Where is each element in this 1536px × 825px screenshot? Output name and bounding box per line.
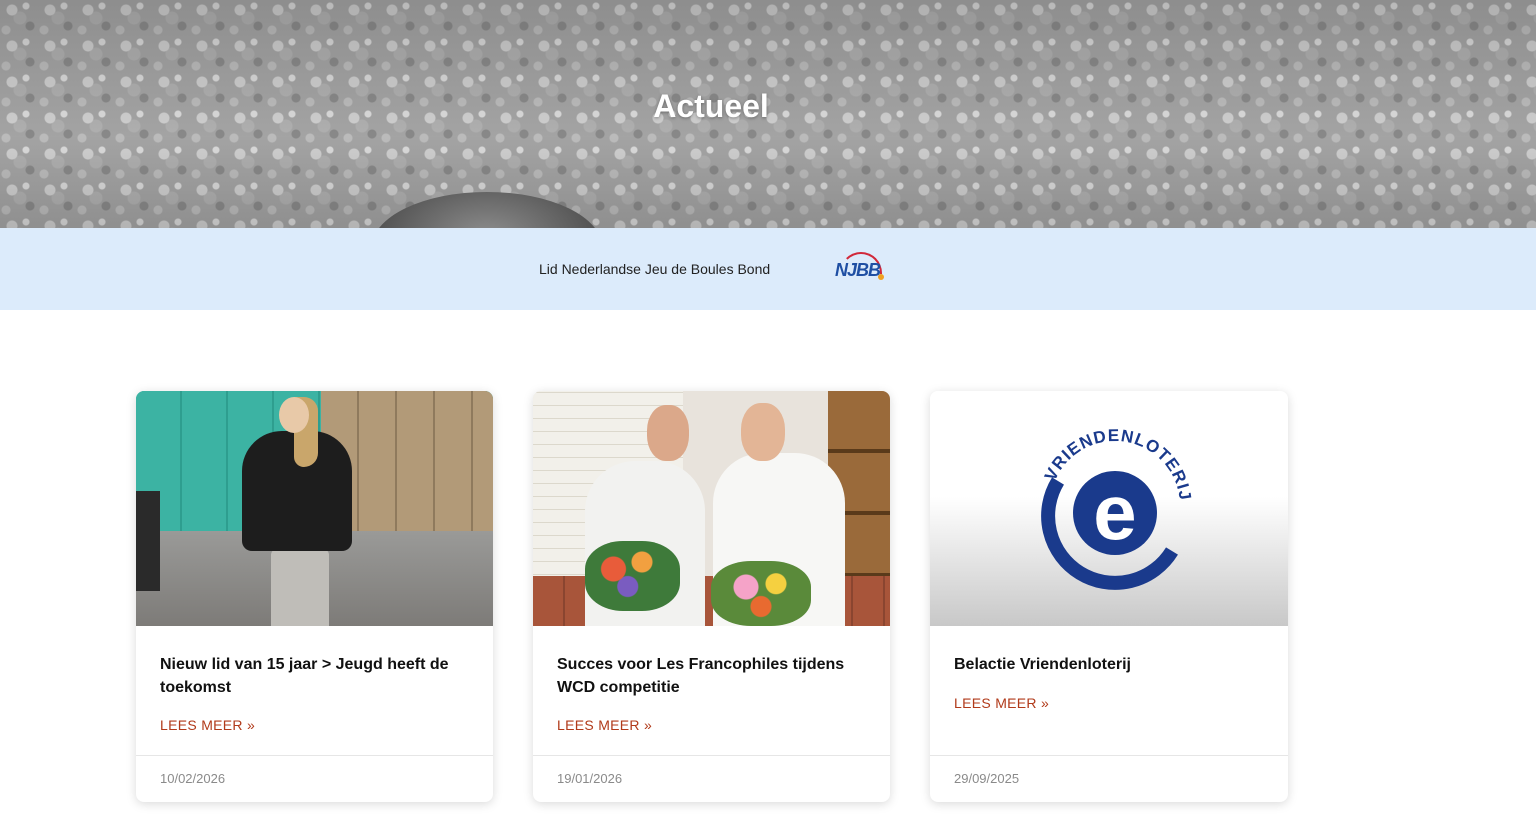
read-more-link[interactable]: LEES MEER » [160, 717, 255, 733]
read-more-link[interactable]: LEES MEER » [954, 695, 1049, 711]
news-card[interactable]: Nieuw lid van 15 jaar > Jeugd heeft de t… [136, 391, 493, 802]
news-card-title[interactable]: Belactie Vriendenloterij [954, 653, 1264, 676]
read-more-link[interactable]: LEES MEER » [557, 717, 652, 733]
boule-ball-image [372, 192, 602, 228]
news-card-image[interactable] [136, 391, 493, 626]
njbb-logo[interactable]: NJBB [834, 252, 886, 284]
news-card-footer: 10/02/2026 [136, 755, 493, 802]
news-card-date: 29/09/2025 [954, 771, 1020, 786]
news-card-image[interactable] [533, 391, 890, 626]
page-title: Actueel [653, 88, 769, 124]
news-card[interactable]: Succes voor Les Francophiles tijdens WCD… [533, 391, 890, 802]
news-card[interactable]: e VRIENDENLOTERIJ Belactie Vriendenloter… [930, 391, 1288, 802]
news-card-date: 10/02/2026 [160, 771, 226, 786]
news-card-date: 19/01/2026 [557, 771, 623, 786]
news-card-image[interactable]: e VRIENDENLOTERIJ [930, 391, 1288, 626]
vriendenloterij-logo: e VRIENDENLOTERIJ [1041, 426, 1194, 590]
hero-banner: Actueel [0, 0, 1536, 228]
news-card-title[interactable]: Nieuw lid van 15 jaar > Jeugd heeft de t… [160, 653, 470, 699]
njbb-membership-text: Lid Nederlandse Jeu de Boules Bond [539, 261, 771, 277]
njbb-logo-text: NJBB [835, 260, 881, 280]
news-card-title[interactable]: Succes voor Les Francophiles tijdens WCD… [557, 653, 867, 699]
njbb-logo-dot [878, 274, 884, 280]
njbb-membership-band: Lid Nederlandse Jeu de Boules Bond [0, 228, 1536, 310]
vriendenloterij-logo-letter: e [1093, 468, 1136, 556]
news-card-footer: 29/09/2025 [930, 755, 1288, 802]
news-card-footer: 19/01/2026 [533, 755, 890, 802]
